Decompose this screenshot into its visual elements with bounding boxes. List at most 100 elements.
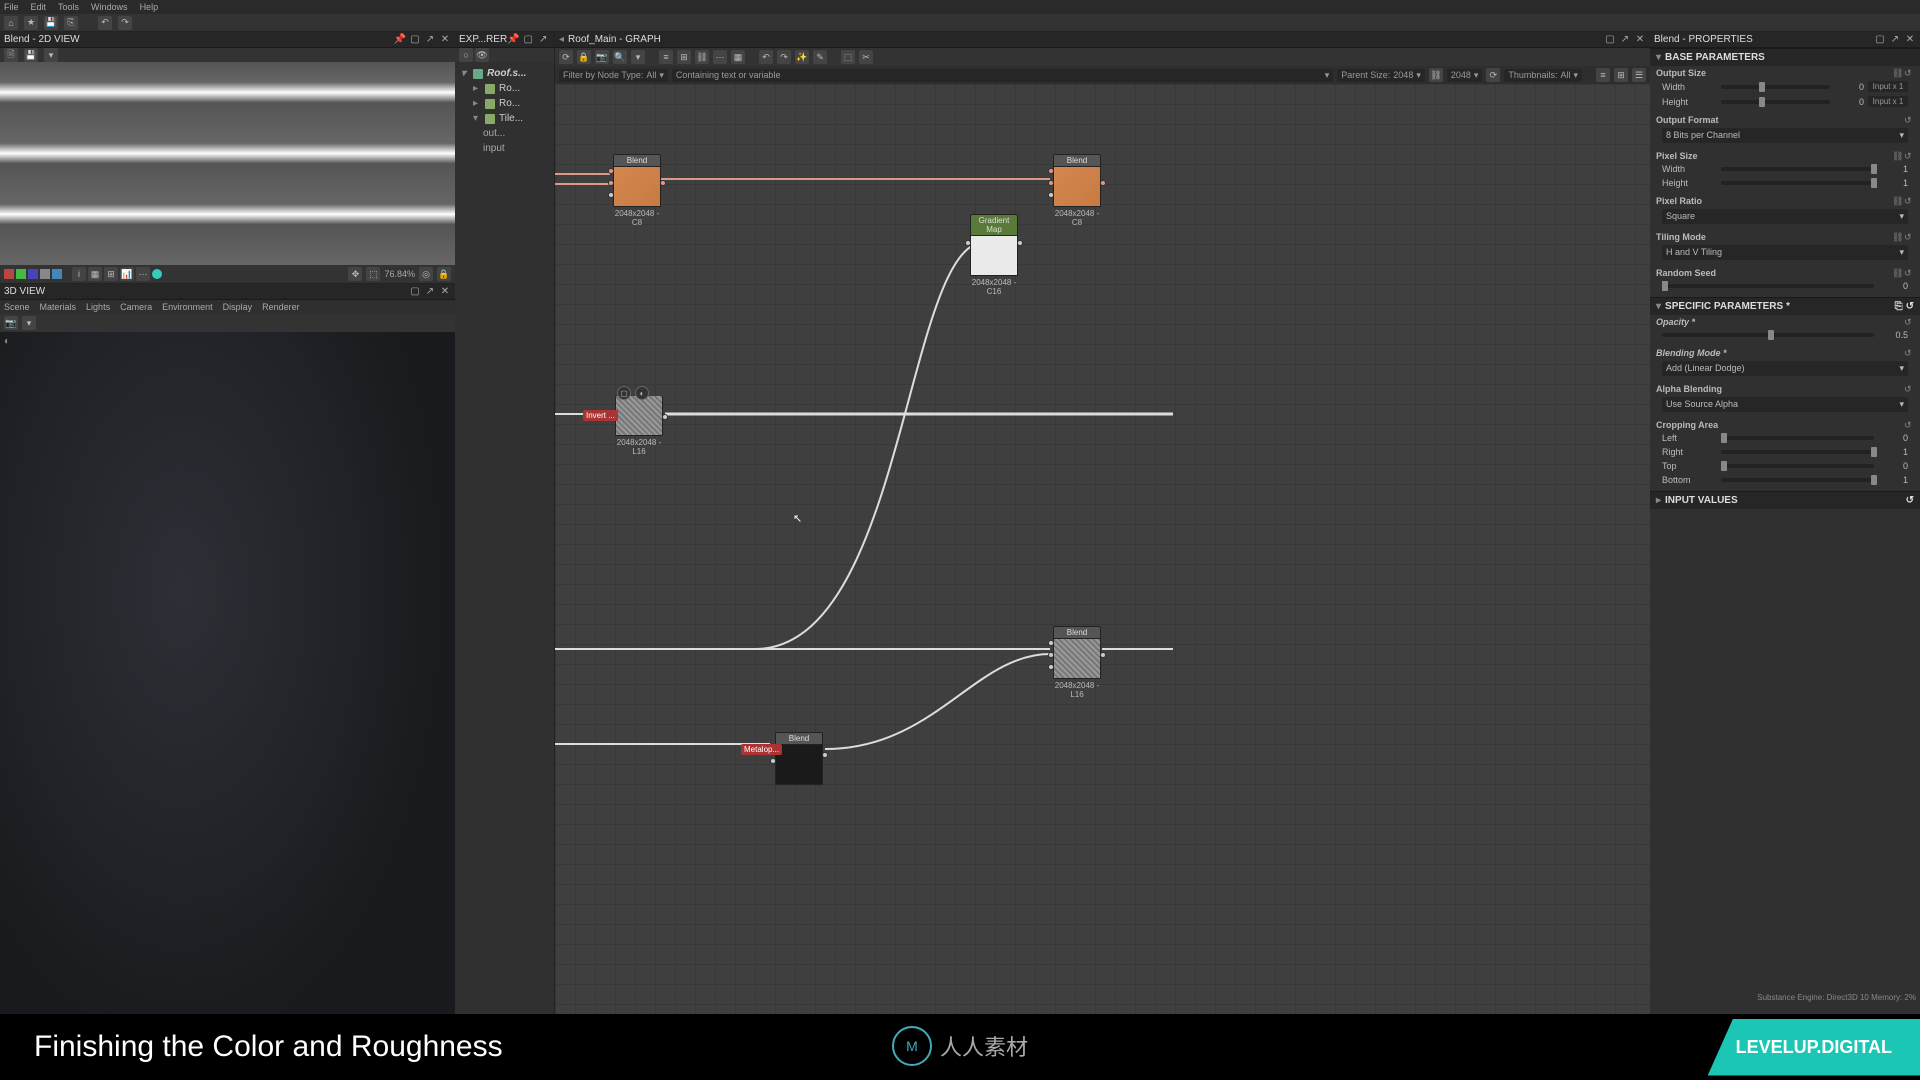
- align-left-icon[interactable]: ≡: [659, 50, 673, 64]
- link-icon[interactable]: ⛓: [1429, 68, 1443, 82]
- redo-icon[interactable]: ↷: [777, 50, 791, 64]
- slider-height[interactable]: [1721, 100, 1830, 104]
- chevron-left-icon[interactable]: ◂: [559, 34, 564, 45]
- tree-item-ro2[interactable]: ▸Ro...: [455, 96, 554, 111]
- saveall-icon[interactable]: ⎘: [64, 16, 78, 30]
- slider-random-seed[interactable]: [1662, 284, 1874, 288]
- reset-icon[interactable]: ↺: [1904, 196, 1914, 206]
- popout-icon[interactable]: ↗: [1889, 34, 1901, 46]
- 3d-menu-environment[interactable]: Environment: [162, 302, 213, 312]
- reset-icon[interactable]: ↺: [1904, 232, 1914, 242]
- zoom-fit-icon[interactable]: ◎: [419, 267, 433, 281]
- graph-canvas[interactable]: Blend 2048x2048 - C8 Blend 2048x2048 - C…: [555, 84, 1650, 1080]
- section-base[interactable]: ▾BASE PARAMETERS: [1650, 48, 1920, 66]
- chevron-down-icon[interactable]: ▾: [631, 50, 645, 64]
- popout-icon[interactable]: ↗: [424, 34, 436, 46]
- view2-icon[interactable]: ⊞: [1614, 68, 1628, 82]
- lock-icon[interactable]: 🔒: [577, 50, 591, 64]
- menu-help[interactable]: Help: [140, 2, 159, 12]
- value-opacity[interactable]: 0.5: [1878, 330, 1908, 340]
- node-blend-1[interactable]: Blend 2048x2048 - C8: [613, 154, 661, 227]
- search-icon[interactable]: 🔍: [613, 50, 627, 64]
- select-pixel-ratio[interactable]: Square▾: [1662, 209, 1908, 224]
- chevron-down-icon[interactable]: ▾: [44, 48, 58, 62]
- menu-windows[interactable]: Windows: [91, 2, 128, 12]
- view3-icon[interactable]: ☰: [1632, 68, 1646, 82]
- swatch-red[interactable]: [4, 269, 14, 279]
- swatch-blue[interactable]: [28, 269, 38, 279]
- copy-icon[interactable]: ⎘: [1895, 301, 1903, 312]
- reset-icon[interactable]: ↺: [1904, 317, 1914, 327]
- menu-file[interactable]: File: [4, 2, 19, 12]
- render-icon[interactable]: [152, 269, 162, 279]
- 3d-menu-scene[interactable]: Scene: [4, 302, 30, 312]
- reset-icon[interactable]: ↺: [1904, 384, 1914, 394]
- camera-icon[interactable]: 📷: [595, 50, 609, 64]
- circle-icon[interactable]: ○: [459, 48, 473, 62]
- save-icon[interactable]: 💾: [44, 16, 58, 30]
- link-icon[interactable]: ⛓: [1892, 196, 1902, 206]
- 3d-menu-camera[interactable]: Camera: [120, 302, 152, 312]
- size-2[interactable]: 2048▾: [1447, 69, 1483, 82]
- select-alpha-blending[interactable]: Use Source Alpha▾: [1662, 397, 1908, 412]
- filter-nodetype[interactable]: Filter by Node Type: All▾: [559, 69, 668, 82]
- edit-icon[interactable]: ✎: [813, 50, 827, 64]
- close-icon[interactable]: ✕: [439, 286, 451, 298]
- 3d-menu-display[interactable]: Display: [223, 302, 253, 312]
- node-invert[interactable]: 2048x2048 - L16 ▢ ◐: [615, 396, 663, 456]
- grid-icon[interactable]: ⊞: [677, 50, 691, 64]
- refresh-icon[interactable]: ⟳: [1486, 68, 1500, 82]
- slider-top[interactable]: [1721, 464, 1874, 468]
- slider-right[interactable]: [1721, 450, 1874, 454]
- popout-icon[interactable]: ↗: [424, 286, 436, 298]
- slider-ps-width[interactable]: [1721, 167, 1874, 171]
- dots-icon[interactable]: ⋯: [713, 50, 727, 64]
- tree-item-ro1[interactable]: ▸Ro...: [455, 81, 554, 96]
- pin-icon[interactable]: 📌: [507, 34, 519, 46]
- select-output-format[interactable]: 8 Bits per Channel▾: [1662, 128, 1908, 143]
- value-right[interactable]: 1: [1878, 447, 1908, 457]
- save-icon[interactable]: 💾: [24, 48, 38, 62]
- star-icon[interactable]: ★: [24, 16, 38, 30]
- parent-size[interactable]: Parent Size: 2048▾: [1337, 69, 1425, 82]
- 3d-menu-renderer[interactable]: Renderer: [262, 302, 300, 312]
- close-icon[interactable]: ✕: [1634, 34, 1646, 46]
- select-tiling-mode[interactable]: H and V Tiling▾: [1662, 245, 1908, 260]
- undo-icon[interactable]: ↶: [98, 16, 112, 30]
- reset-icon[interactable]: ↺: [1904, 348, 1914, 358]
- link-icon[interactable]: ⛓: [1892, 68, 1902, 78]
- close-icon[interactable]: ✕: [1904, 34, 1916, 46]
- menu-edit[interactable]: Edit: [31, 2, 47, 12]
- value-left[interactable]: 0: [1878, 433, 1908, 443]
- slider-width[interactable]: [1721, 85, 1830, 89]
- refresh-icon[interactable]: ⟳: [559, 50, 573, 64]
- section-input-values[interactable]: ▸INPUT VALUES↺: [1650, 491, 1920, 509]
- 3d-menu-materials[interactable]: Materials: [40, 302, 77, 312]
- value-height[interactable]: 0: [1834, 97, 1864, 107]
- value-bottom[interactable]: 1: [1878, 475, 1908, 485]
- gizmo-icon[interactable]: ◐: [4, 336, 16, 348]
- select-blending-mode[interactable]: Add (Linear Dodge)▾: [1662, 361, 1908, 376]
- maximize-icon[interactable]: ▢: [1874, 34, 1886, 46]
- dots-icon[interactable]: ⋯: [136, 267, 150, 281]
- swatch-green[interactable]: [16, 269, 26, 279]
- menu-tools[interactable]: Tools: [58, 2, 79, 12]
- crop-icon[interactable]: ✂: [859, 50, 873, 64]
- swatch-alpha[interactable]: [40, 269, 50, 279]
- thumbnails[interactable]: Thumbnails: All▾: [1504, 69, 1582, 82]
- filter-containing[interactable]: Containing text or variable▾: [672, 69, 1333, 82]
- reset-icon[interactable]: ↺: [1904, 68, 1914, 78]
- link-icon[interactable]: ⛓: [1892, 268, 1902, 278]
- maximize-icon[interactable]: ▢: [1604, 34, 1616, 46]
- tile-icon[interactable]: ⊞: [104, 267, 118, 281]
- redo-icon[interactable]: ↷: [118, 16, 132, 30]
- slider-opacity[interactable]: [1662, 333, 1874, 337]
- reset-icon[interactable]: ↺: [1904, 151, 1914, 161]
- section-specific[interactable]: ▾SPECIFIC PARAMETERS * ⎘↺: [1650, 297, 1920, 315]
- value-random-seed[interactable]: 0: [1878, 281, 1908, 291]
- slider-ps-height[interactable]: [1721, 181, 1874, 185]
- value-top[interactable]: 0: [1878, 461, 1908, 471]
- value-ps-height[interactable]: 1: [1878, 178, 1908, 188]
- reset-icon[interactable]: ↺: [1904, 268, 1914, 278]
- 3dview-canvas[interactable]: ◐: [0, 332, 455, 1066]
